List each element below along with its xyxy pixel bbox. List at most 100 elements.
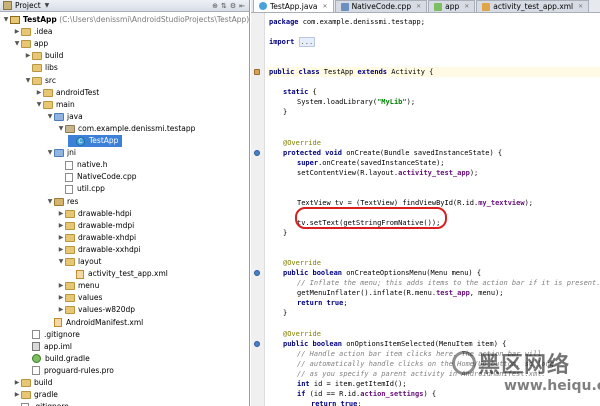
code-line[interactable]: } [283, 228, 287, 238]
code-token: // Inflate the menu; this adds items to … [297, 279, 600, 288]
tree-item[interactable]: ▶ drawable-mdpi [0, 220, 134, 232]
tree-item[interactable]: ▶ build [0, 50, 63, 62]
code-line[interactable]: import ... [269, 37, 316, 48]
tree-item[interactable]: ▶ drawable-xxhdpi [0, 244, 141, 256]
expand-down-icon[interactable]: ▼ [24, 75, 32, 87]
code-line[interactable]: public class TestApp extends Activity { [269, 67, 433, 77]
code-line[interactable]: @Override [283, 329, 321, 339]
chevron-down-icon[interactable]: ▼ [45, 2, 50, 9]
tree-item[interactable]: ▶ menu [0, 280, 99, 292]
tree-item[interactable]: ▶ androidTest [0, 87, 99, 99]
gear-icon[interactable]: ⚙ [230, 2, 236, 10]
project-panel-header[interactable]: Project ▼ ⊕ ⇅ ⚙ ⇤ [0, 0, 249, 12]
expand-down-icon[interactable]: ▼ [46, 111, 54, 123]
expand-down-icon[interactable]: ▼ [35, 99, 43, 111]
expand-right-icon[interactable]: ▶ [57, 208, 65, 220]
code-line[interactable]: protected void onCreate(Bundle savedInst… [283, 148, 502, 158]
folder-icon [65, 306, 75, 315]
expand-right-icon[interactable]: ▶ [57, 244, 65, 256]
tree-item[interactable]: ▶AndroidManifest.xml [0, 317, 143, 329]
tree-item[interactable]: ▶ drawable-xhdpi [0, 232, 136, 244]
code-token: setContentView(R.layout. [297, 168, 399, 177]
tree-item[interactable]: ▶ .idea [0, 26, 52, 38]
code-line[interactable]: getMenuInflater().inflate(R.menu.test_ap… [297, 288, 504, 298]
code-line[interactable]: } [283, 308, 287, 318]
folder-icon [32, 76, 42, 85]
tree-item[interactable]: ▶app.iml [0, 341, 72, 353]
editor-tab[interactable]: NativeCode.cpp ✕ [334, 0, 428, 12]
code-line[interactable]: return true; [297, 298, 348, 308]
override-gutter-icon[interactable] [254, 340, 260, 347]
tree-item[interactable]: ▶util.cpp [0, 183, 105, 195]
code-line[interactable]: int id = item.getItemId(); [297, 379, 407, 389]
tree-item[interactable]: ▶.gitignore [0, 401, 69, 406]
class-gutter-icon[interactable] [254, 69, 260, 76]
hide-icon[interactable]: ⇤ [239, 2, 245, 10]
folded-code[interactable]: ... [298, 37, 316, 48]
expand-right-icon[interactable]: ▶ [24, 50, 32, 62]
override-gutter-icon[interactable] [254, 149, 260, 156]
close-icon[interactable]: ✕ [578, 3, 583, 10]
project-panel-title[interactable]: Project [15, 1, 41, 10]
tree-item[interactable]: ▶NativeCode.cpp [0, 171, 137, 183]
expand-right-icon[interactable]: ▶ [57, 292, 65, 304]
tree-item[interactable]: ▼ TestApp (C:\Users\denissmi\AndroidStudi… [0, 14, 249, 26]
folder-pkg-icon [65, 124, 75, 133]
tree-item[interactable]: ▶libs [0, 62, 58, 74]
expand-down-icon[interactable]: ▼ [57, 256, 65, 268]
expand-right-icon[interactable]: ▶ [35, 87, 43, 99]
tree-item[interactable]: ▶build.gradle [0, 353, 90, 365]
tree-item[interactable]: ▶proguard-rules.pro [0, 365, 114, 377]
tree-item[interactable]: ▼ main [0, 99, 75, 111]
expand-right-icon[interactable]: ▶ [57, 220, 65, 232]
collapse-icon[interactable]: ⇅ [221, 2, 227, 10]
code-line[interactable]: System.loadLibrary("MyLib"); [297, 97, 415, 107]
tree-item[interactable]: ▼ res [0, 196, 78, 208]
editor-tab[interactable]: app ✕ [428, 0, 476, 12]
code-line[interactable]: setContentView(R.layout.activity_test_ap… [297, 168, 478, 178]
tree-item[interactable]: ▶ values [0, 292, 102, 304]
expand-down-icon[interactable]: ▼ [46, 196, 54, 208]
tree-item[interactable]: ▶.gitignore [0, 329, 80, 341]
add-icon[interactable]: ⊕ [212, 2, 218, 10]
close-icon[interactable]: ✕ [416, 3, 421, 10]
tree-item[interactable]: ▶ build [0, 377, 52, 389]
tree-item[interactable]: ▼ java [0, 111, 83, 123]
code-line[interactable]: @Override [283, 258, 321, 268]
tree-item-selected[interactable]: ▶CTestApp [68, 135, 123, 147]
tree-item[interactable]: ▼ src [0, 75, 56, 87]
close-icon[interactable]: ✕ [464, 3, 469, 10]
expand-down-icon[interactable]: ▼ [2, 14, 10, 26]
expand-right-icon[interactable]: ▶ [57, 280, 65, 292]
editor-tab[interactable]: activity_test_app.xml ✕ [476, 0, 590, 12]
expand-right-icon[interactable]: ▶ [13, 389, 21, 401]
code-line[interactable]: package com.example.denissmi.testapp; [269, 17, 425, 27]
expand-down-icon[interactable]: ▼ [13, 38, 21, 50]
tree-item[interactable]: ▼ jni [0, 147, 76, 159]
code-line[interactable]: } [283, 107, 287, 117]
expand-right-icon[interactable]: ▶ [13, 26, 21, 38]
tree-item[interactable]: ▼ com.example.denissmi.testapp [0, 123, 195, 135]
tree-item[interactable]: ▶ gradle [0, 389, 58, 401]
tree-item[interactable]: ▶activity_test_app.xml [0, 268, 168, 280]
close-icon[interactable]: ✕ [323, 3, 328, 10]
tree-item[interactable]: ▶ values-w820dp [0, 304, 135, 316]
override-gutter-icon[interactable] [254, 270, 260, 277]
tree-item[interactable]: ▼ app [0, 38, 48, 50]
code-line[interactable]: super.onCreate(savedInstanceState); [297, 158, 445, 168]
editor-tab[interactable]: TestApp.java ✕ [253, 0, 334, 12]
code-line[interactable]: if (id == R.id.action_settings) { [297, 389, 436, 399]
expand-down-icon[interactable]: ▼ [46, 147, 54, 159]
expand-right-icon[interactable]: ▶ [13, 377, 21, 389]
code-line[interactable]: return true; [311, 399, 362, 406]
code-line[interactable]: // Inflate the menu; this adds items to … [297, 278, 600, 288]
expand-right-icon[interactable]: ▶ [57, 232, 65, 244]
code-line[interactable]: @Override [283, 138, 321, 148]
expand-right-icon[interactable]: ▶ [57, 304, 65, 316]
code-line[interactable]: public boolean onCreateOptionsMenu(Menu … [283, 268, 481, 278]
code-line[interactable]: static { [283, 87, 317, 97]
expand-down-icon[interactable]: ▼ [57, 123, 65, 135]
tree-item[interactable]: ▶ drawable-hdpi [0, 208, 132, 220]
tree-item[interactable]: ▶native.h [0, 159, 108, 171]
tree-item[interactable]: ▼ layout [0, 256, 101, 268]
